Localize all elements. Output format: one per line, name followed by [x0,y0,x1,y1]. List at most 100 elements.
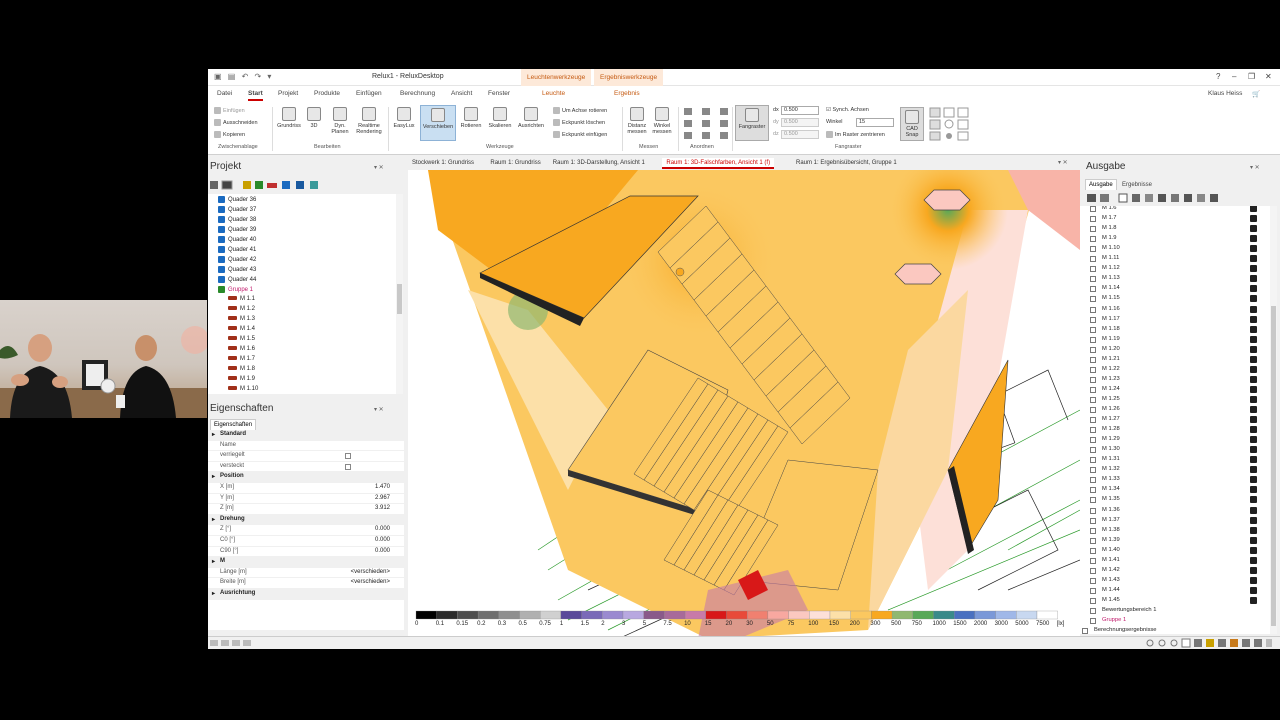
property-row[interactable]: C0 [°] 0.000 [208,536,404,547]
quick-access-toolbar[interactable]: ▣ ▤ ↶ ↷ ▾ [214,72,273,81]
print-icon[interactable] [1250,536,1257,544]
property-section[interactable]: ▸ Ausrichtung [208,589,404,600]
context-tab-result-tools[interactable]: Ergebniswerkzeuge [594,69,664,86]
tab-datei[interactable]: Datei [217,90,232,97]
output-item[interactable]: M 1.44 [1080,586,1270,596]
measure-angle-button[interactable]: Winkel messen [650,107,674,135]
realtime-rendering-button[interactable]: Realtime Rendering [354,107,384,135]
help-icon[interactable]: ? [1216,72,1220,81]
tab-fenster[interactable]: Fenster [488,90,510,97]
print-icon[interactable] [1250,295,1257,303]
output-item[interactable]: M 1.21 [1080,355,1270,365]
tab-ergebnis[interactable]: Ergebnis [614,90,640,97]
print-icon[interactable] [1250,456,1257,464]
output-item[interactable]: M 1.19 [1080,335,1270,345]
output-item[interactable]: M 1.15 [1080,294,1270,304]
print-icon[interactable] [1250,596,1257,604]
output-item[interactable]: M 1.7 [1080,214,1270,224]
property-row[interactable]: X [m] 1.470 [208,483,404,494]
snap-grid-button[interactable]: Fangraster [735,105,769,141]
print-icon[interactable] [1250,225,1257,233]
tree-item[interactable]: M 1.8 [208,366,403,376]
property-section[interactable]: ▸ M [208,557,404,568]
easylux-button[interactable]: EasyLux [392,107,416,129]
print-icon[interactable] [1250,496,1257,504]
output-item[interactable]: M 1.10 [1080,244,1270,254]
tab-properties[interactable]: Eigenschaften [210,419,257,430]
property-value[interactable]: 0.000 [375,548,390,554]
print-icon[interactable] [1250,215,1257,223]
print-icon[interactable] [1250,466,1257,474]
output-item[interactable]: M 1.24 [1080,385,1270,395]
print-icon[interactable] [1250,245,1257,253]
output-item[interactable]: M 1.20 [1080,345,1270,355]
print-icon[interactable] [1250,206,1257,212]
print-icon[interactable] [1250,265,1257,273]
tree-item[interactable]: M 1.3 [208,316,403,326]
print-icon[interactable] [1250,375,1257,383]
print-icon[interactable] [1250,586,1257,594]
rotate-axis-button[interactable]: Um Achse rotieren [553,107,607,114]
print-icon[interactable] [1250,416,1257,424]
print-icon[interactable] [1250,385,1257,393]
property-value[interactable]: 0.000 [375,537,390,543]
tab-output[interactable]: Ausgabe [1085,179,1117,190]
print-icon[interactable] [1250,285,1257,293]
center-in-grid-button[interactable]: Im Raster zentrieren [826,131,885,138]
tree-item[interactable]: M 1.4 [208,326,403,336]
sync-axes-checkbox[interactable]: ☑ Synch. Achsen [826,107,869,113]
cart-icon[interactable]: 🛒 [1252,90,1260,98]
project-toolbar-icons[interactable] [210,179,330,191]
property-row[interactable]: C90 [°] 0.000 [208,547,404,558]
status-left-icons[interactable] [208,637,268,649]
tab-produkte[interactable]: Produkte [314,90,340,97]
print-icon[interactable] [1250,436,1257,444]
output-item[interactable]: M 1.17 [1080,315,1270,325]
print-icon[interactable] [1250,406,1257,413]
cad-snap-button[interactable]: CAD Snap [900,107,924,141]
tree-item[interactable]: Quader 42 [208,256,403,266]
view-tab[interactable]: Stockwerk 1: Grundriss [408,158,478,169]
tree-group[interactable]: Gruppe 1 [208,286,403,296]
tree-item[interactable]: M 1.2 [208,306,403,316]
angle-input[interactable]: 15 [856,118,894,127]
property-row[interactable]: Breite [m] <verschieden> [208,578,404,589]
output-item[interactable]: M 1.28 [1080,425,1270,435]
tab-berechnung[interactable]: Berechnung [400,90,435,97]
print-icon[interactable] [1250,275,1257,283]
output-item[interactable]: M 1.38 [1080,526,1270,536]
output-item[interactable]: M 1.11 [1080,254,1270,264]
print-icon[interactable] [1250,335,1257,343]
view-tab[interactable]: Raum 1: Ergebnisübersicht, Gruppe 1 [792,158,901,169]
print-icon[interactable] [1250,446,1257,454]
output-item[interactable]: M 1.18 [1080,325,1270,335]
output-item[interactable]: Gruppe 1 [1080,616,1270,626]
project-scrollbar[interactable] [396,194,403,394]
print-icon[interactable] [1250,576,1257,584]
output-item[interactable]: M 1.33 [1080,475,1270,485]
arrange-icons[interactable] [682,107,730,141]
output-item[interactable]: Berechnungsergebnisse [1080,626,1262,634]
output-item[interactable]: M 1.29 [1080,435,1270,445]
status-right-icons[interactable] [1144,637,1274,649]
dx-input[interactable]: 0.500 [781,106,819,115]
tree-item[interactable]: M 1.10 [208,386,403,396]
delete-corner-button[interactable]: Eckpunkt löschen [553,119,605,126]
tree-item[interactable]: Quader 43 [208,266,403,276]
close-icon[interactable]: ✕ [1265,72,1272,81]
insert-corner-button[interactable]: Eckpunkt einfügen [553,131,607,138]
tree-item[interactable]: Quader 37 [208,206,403,216]
property-value[interactable]: <verschieden> [351,569,390,575]
maximize-icon[interactable]: ❐ [1248,72,1255,81]
print-icon[interactable] [1250,426,1257,434]
property-row[interactable]: Länge [m] <verschieden> [208,568,404,579]
cut-button[interactable]: Ausschneiden [214,119,258,126]
property-section[interactable]: ▸ Drehung [208,514,404,526]
falsecolor-3d-view[interactable] [408,170,1080,639]
print-icon[interactable] [1250,345,1257,353]
output-scroll-thumb[interactable] [1271,306,1276,626]
minimize-icon[interactable]: – [1232,72,1236,81]
property-row[interactable]: Z [°] 0.000 [208,525,404,536]
paste-button[interactable]: Einfügen [214,107,245,114]
align-button[interactable]: Ausrichten [515,107,547,129]
